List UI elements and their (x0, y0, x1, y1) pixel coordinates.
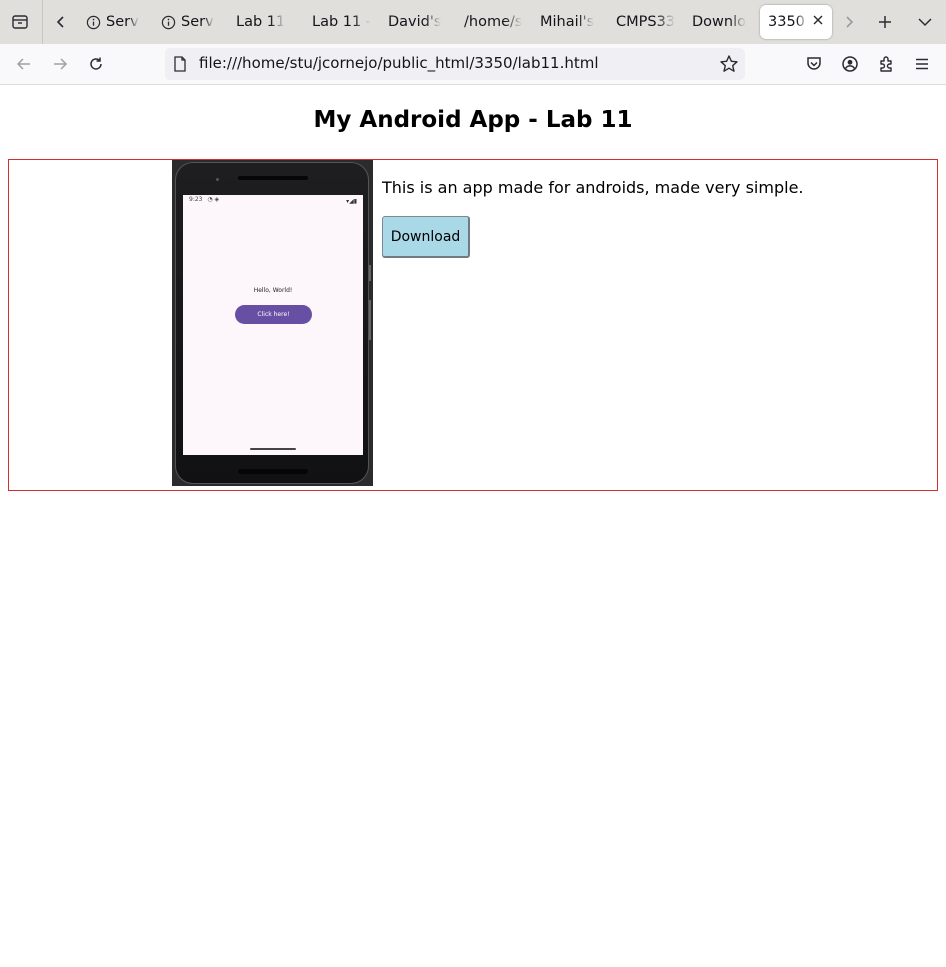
tab-2[interactable]: Lab 11 (228, 5, 304, 39)
phone-screenshot: 9:23 ◔ ◈ ▾◢▮ Hello, World! Click here! (172, 160, 373, 486)
tab-4[interactable]: David's (380, 5, 456, 39)
url-bar[interactable]: file:///home/stu/jcornejo/public_html/33… (165, 48, 745, 80)
arrow-right-icon[interactable] (45, 49, 75, 79)
tab-label: Lab 11 (236, 14, 286, 30)
phone-click-button: Click here! (235, 305, 312, 324)
page-icon (173, 56, 187, 72)
app-description: This is an app made for androids, made v… (382, 178, 804, 197)
arrow-left-icon[interactable] (9, 49, 39, 79)
tab-9-active[interactable]: 3350 / (760, 5, 832, 39)
page-content: My Android App - Lab 11 9:23 ◔ ◈ ▾◢▮ Hel… (0, 85, 946, 967)
close-icon[interactable] (812, 14, 824, 26)
hamburger-icon[interactable] (907, 49, 937, 79)
tab-label: Downlo (692, 14, 746, 30)
download-button[interactable]: Download (382, 216, 470, 258)
star-icon[interactable] (719, 54, 739, 74)
tab-0[interactable]: Serv (78, 5, 154, 39)
chevron-down-icon[interactable] (909, 6, 941, 38)
phone-status-bar: 9:23 ◔ ◈ ▾◢▮ (183, 195, 363, 205)
app-container: 9:23 ◔ ◈ ▾◢▮ Hello, World! Click here! T… (8, 159, 938, 491)
tab-8[interactable]: Downlo (684, 5, 760, 39)
info-icon (86, 15, 101, 30)
tab-7[interactable]: CMPS33 (608, 5, 684, 39)
phone-volume-button (369, 300, 371, 340)
tab-label: CMPS33 (616, 14, 676, 30)
phone-camera (216, 178, 219, 181)
tab-3[interactable]: Lab 11 - (304, 5, 380, 39)
reload-icon[interactable] (81, 49, 111, 79)
tab-label: Serv (106, 14, 139, 30)
plus-icon[interactable] (869, 6, 901, 38)
phone-notification-icons: ◔ ◈ (207, 196, 220, 203)
phone-hello-text: Hello, World! (253, 287, 293, 294)
phone-speaker-top (238, 176, 308, 180)
chevron-right-icon[interactable] (833, 6, 865, 38)
tab-1[interactable]: Serv (153, 5, 229, 39)
phone-speaker-bottom (238, 469, 308, 474)
tab-label: 3350 / (768, 14, 808, 30)
tab-overview-icon[interactable] (4, 6, 36, 38)
url-text[interactable]: file:///home/stu/jcornejo/public_html/33… (199, 54, 599, 72)
account-icon[interactable] (835, 49, 865, 79)
tab-label: David's (388, 14, 442, 30)
tab-label: /home/s (464, 14, 523, 30)
pocket-icon[interactable] (799, 49, 829, 79)
info-icon (161, 15, 176, 30)
phone-screen: 9:23 ◔ ◈ ▾◢▮ Hello, World! Click here! (183, 195, 363, 455)
tab-label: Lab 11 - (312, 14, 372, 30)
phone-signal-icons: ▾◢▮ (346, 198, 357, 205)
tab-6[interactable]: Mihail's (532, 5, 608, 39)
phone-frame: 9:23 ◔ ◈ ▾◢▮ Hello, World! Click here! (175, 162, 369, 484)
tab-strip-divider (42, 0, 43, 44)
phone-side-button (369, 265, 371, 281)
tab-5[interactable]: /home/s (456, 5, 532, 39)
tab-strip: Serv Serv Lab 11 Lab 11 - David's /home/… (0, 0, 946, 44)
phone-status-time: 9:23 (189, 196, 203, 203)
phone-home-bar (250, 448, 296, 450)
navigation-toolbar: file:///home/stu/jcornejo/public_html/33… (0, 44, 946, 85)
chevron-left-icon[interactable] (45, 6, 77, 38)
puzzle-icon[interactable] (871, 49, 901, 79)
tab-label: Mihail's (540, 14, 595, 30)
tab-label: Serv (181, 14, 214, 30)
page-title: My Android App - Lab 11 (313, 107, 633, 133)
